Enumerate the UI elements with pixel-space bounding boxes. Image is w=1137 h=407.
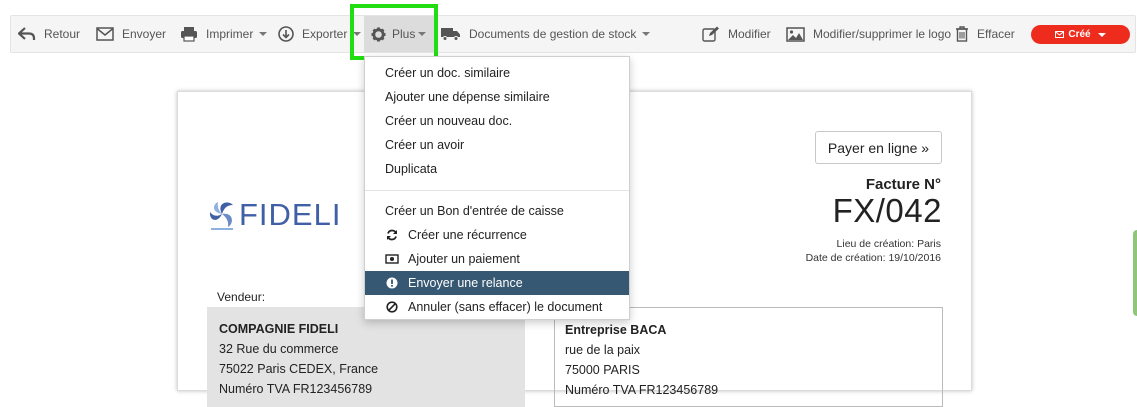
- menu-divider: [365, 190, 629, 191]
- menu-item-cancel-document[interactable]: Annuler (sans effacer) le document: [365, 295, 629, 319]
- menu-item-similar-expense[interactable]: Ajouter une dépense similaire: [365, 85, 629, 109]
- menu-item-send-reminder[interactable]: Envoyer une relance: [365, 271, 629, 295]
- edit-icon: [702, 26, 719, 42]
- image-icon: [786, 26, 805, 42]
- edit-logo-label: Modifier/supprimer le logo: [813, 27, 952, 41]
- export-label: Exporter: [302, 27, 348, 41]
- invoice-number: FX/042: [832, 192, 942, 229]
- client-city: 75000 PARIS: [565, 363, 640, 377]
- edit-logo-button[interactable]: Modifier/supprimer le logo: [786, 15, 951, 53]
- company-logo: FIDELI: [207, 197, 341, 233]
- send-label: Envoyer: [122, 27, 167, 41]
- refresh-icon: [385, 228, 399, 242]
- send-reminder-label: Envoyer une relance: [408, 276, 523, 290]
- truck-icon: [441, 28, 460, 41]
- download-circle-icon: [278, 26, 294, 42]
- client-address-box: Entreprise BACA rue de la paix 75000 PAR…: [554, 307, 943, 407]
- vendor-name: COMPAGNIE FIDELI: [219, 322, 339, 336]
- client-street: rue de la paix: [565, 343, 641, 357]
- logo-text: FIDELI: [239, 197, 342, 232]
- client-vat: Numéro TVA FR123456789: [565, 383, 719, 397]
- envelope-icon: [1055, 31, 1065, 38]
- pay-online-button[interactable]: Payer en ligne »: [815, 131, 942, 164]
- ban-icon: [385, 300, 399, 314]
- send-button[interactable]: Envoyer: [96, 15, 166, 53]
- menu-item-recurrence[interactable]: Créer une récurrence: [365, 223, 629, 247]
- printer-icon: [181, 27, 197, 42]
- menu-item-duplicate[interactable]: Duplicata: [365, 157, 629, 181]
- trash-icon: [956, 26, 968, 42]
- edit-button[interactable]: Modifier: [702, 15, 771, 53]
- side-panel-tab[interactable]: [1133, 230, 1137, 316]
- print-button[interactable]: Imprimer: [180, 15, 268, 53]
- back-button[interactable]: Retour: [18, 15, 80, 53]
- more-dropdown-menu: Créer un doc. similaire Ajouter une dépe…: [364, 56, 630, 320]
- chevron-down-icon: [259, 32, 268, 36]
- vendor-vat: Numéro TVA FR123456789: [219, 382, 373, 396]
- chevron-down-icon: [642, 32, 651, 36]
- status-label: Créé: [1068, 29, 1091, 40]
- chevron-down-icon: [1097, 32, 1106, 37]
- back-label: Retour: [44, 27, 81, 41]
- menu-item-cash-entry[interactable]: Créer un Bon d'entrée de caisse: [365, 199, 629, 223]
- money-icon: [385, 252, 399, 266]
- export-button[interactable]: Exporter: [278, 15, 362, 53]
- vendor-street: 32 Rue du commerce: [219, 342, 339, 356]
- delete-label: Effacer: [977, 27, 1015, 41]
- stock-documents-button[interactable]: Documents de gestion de stock: [441, 15, 651, 53]
- status-dropdown-button[interactable]: Créé: [1031, 25, 1130, 44]
- menu-item-add-payment[interactable]: Ajouter un paiement: [365, 247, 629, 271]
- creation-date: Date de création: 19/10/2016: [805, 252, 941, 264]
- add-payment-label: Ajouter un paiement: [408, 252, 520, 266]
- creation-place: Lieu de création: Paris: [836, 238, 941, 250]
- envelope-icon: [96, 27, 114, 41]
- vendor-address-box: COMPAGNIE FIDELI 32 Rue du commerce 7502…: [207, 307, 525, 407]
- vendor-label: Vendeur:: [217, 290, 266, 304]
- cancel-document-label: Annuler (sans effacer) le document: [408, 300, 603, 314]
- print-label: Imprimer: [206, 27, 254, 41]
- invoice-title: Facture N°: [865, 176, 941, 193]
- menu-item-credit-note[interactable]: Créer un avoir: [365, 133, 629, 157]
- menu-item-similar-doc[interactable]: Créer un doc. similaire: [365, 61, 629, 85]
- edit-label: Modifier: [728, 27, 771, 41]
- fan-logo-icon: [209, 202, 233, 230]
- back-arrow-icon: [18, 27, 36, 40]
- delete-button[interactable]: Effacer: [955, 15, 1015, 53]
- vendor-city: 75022 Paris CEDEX, France: [219, 362, 379, 376]
- highlight-box: [350, 4, 438, 60]
- exclamation-circle-icon: [385, 276, 399, 290]
- recurrence-label: Créer une récurrence: [408, 228, 527, 242]
- stock-documents-label: Documents de gestion de stock: [469, 27, 637, 41]
- menu-item-new-doc[interactable]: Créer un nouveau doc.: [365, 109, 629, 133]
- client-name: Entreprise BACA: [565, 323, 667, 337]
